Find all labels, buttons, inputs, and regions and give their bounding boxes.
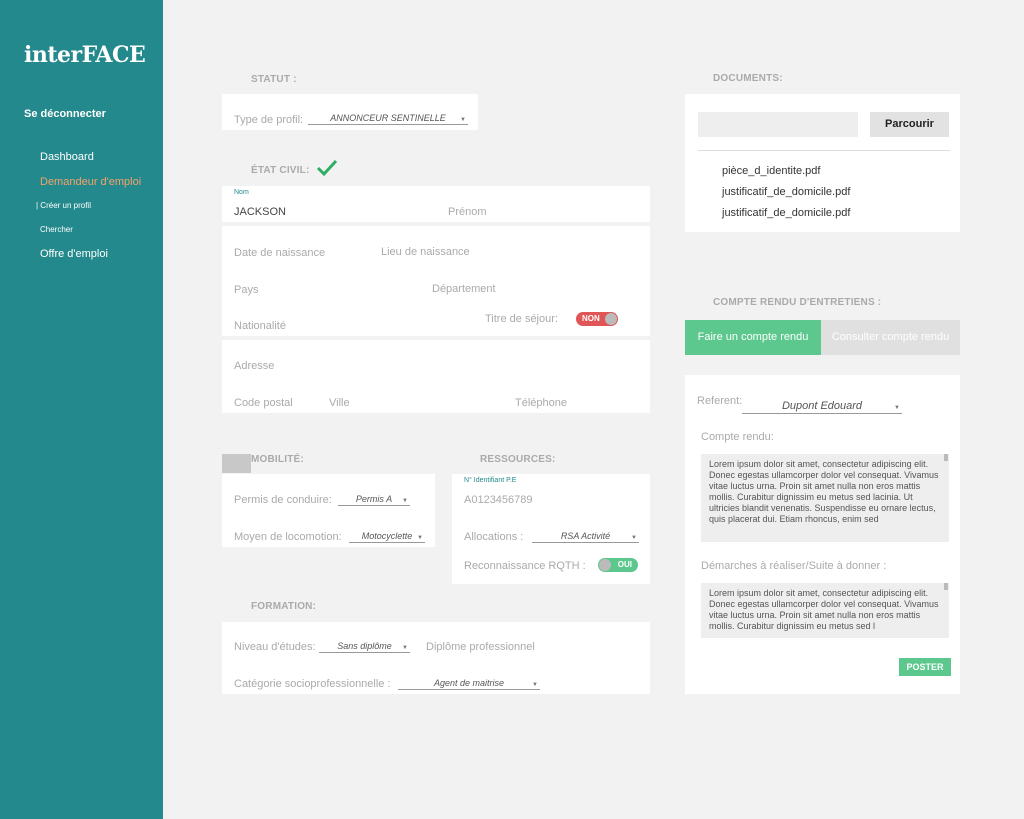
cr-text: Lorem ipsum dolor sit amet, consectetur …	[709, 459, 939, 524]
ville-field[interactable]: Ville	[329, 397, 350, 409]
nav-dashboard[interactable]: Dashboard	[40, 151, 94, 163]
titre-sejour-toggle[interactable]: NON	[576, 312, 618, 326]
departement-field[interactable]: Département	[432, 283, 496, 295]
toggle-knob	[599, 559, 611, 571]
etat-civil-title: ÉTAT CIVIL:	[251, 165, 310, 176]
toggle-text: NON	[582, 314, 600, 323]
caret-down-icon: ▼	[532, 682, 538, 688]
code-postal-field[interactable]: Code postal	[234, 397, 293, 409]
sidebar: interFACE Se déconnecter Dashboard Deman…	[0, 0, 163, 819]
nationalite-field[interactable]: Nationalité	[234, 320, 286, 332]
niveau-value: Sans diplôme	[337, 641, 392, 651]
caret-down-icon: ▼	[417, 535, 423, 541]
caret-down-icon: ▼	[402, 498, 408, 504]
caret-down-icon: ▼	[631, 535, 637, 541]
app-logo: interFACE	[24, 42, 146, 68]
referent-label: Referent:	[697, 395, 743, 407]
nav-offre-emploi[interactable]: Offre d'emploi	[40, 248, 108, 260]
nom-field[interactable]: JACKSON	[234, 206, 286, 218]
browse-button[interactable]: Parcourir	[870, 112, 949, 137]
permis-select[interactable]: Permis A ▼	[338, 493, 410, 506]
caret-down-icon: ▼	[402, 645, 408, 651]
type-profil-select[interactable]: ANNONCEUR SENTINELLE ▼	[308, 112, 468, 125]
scrollbar[interactable]	[944, 583, 948, 590]
identifiant-field[interactable]: A0123456789	[464, 494, 533, 506]
ressources-title: RESSOURCES:	[480, 454, 556, 465]
caret-down-icon: ▼	[460, 117, 466, 123]
prenom-field[interactable]: Prénom	[448, 206, 487, 218]
compte-rendu-title: COMPTE RENDU D'ENTRETIENS :	[713, 297, 882, 308]
demarches-label: Démarches à réaliser/Suite à donner :	[701, 560, 887, 572]
formation-title: FORMATION:	[251, 601, 317, 612]
locomotion-label: Moyen de locomotion:	[234, 531, 342, 543]
allocations-value: RSA Activité	[560, 531, 611, 541]
post-button[interactable]: POSTER	[899, 658, 951, 676]
demarches-textarea[interactable]: Lorem ipsum dolor sit amet, consectetur …	[701, 583, 949, 638]
check-icon	[316, 159, 338, 182]
telephone-field[interactable]: Téléphone	[515, 397, 567, 409]
allocations-select[interactable]: RSA Activité ▼	[532, 530, 639, 543]
niveau-label: Niveau d'études:	[234, 641, 316, 653]
locomotion-value: Motocyclette	[361, 531, 413, 541]
categorie-select[interactable]: Agent de maitrise ▼	[398, 677, 540, 690]
pays-field[interactable]: Pays	[234, 284, 258, 296]
adresse-field[interactable]: Adresse	[234, 360, 274, 372]
date-naissance-field[interactable]: Date de naissance	[234, 247, 325, 259]
permis-value: Permis A	[355, 494, 393, 504]
nom-card	[222, 186, 650, 222]
categorie-value: Agent de maitrise	[433, 678, 505, 688]
file-input[interactable]	[698, 112, 858, 137]
titre-sejour-label: Titre de séjour:	[485, 313, 558, 325]
scrollbar[interactable]	[944, 454, 948, 461]
diplome-field[interactable]: Diplôme professionnel	[426, 641, 535, 653]
nav-demandeur-emploi[interactable]: Demandeur d'emploi	[40, 176, 141, 188]
nom-label: Nom	[234, 189, 249, 196]
divider	[698, 150, 950, 151]
toggle-knob	[605, 313, 617, 325]
statut-title: STATUT :	[251, 74, 297, 85]
allocations-label: Allocations :	[464, 531, 524, 543]
categorie-label: Catégorie socioprofessionnelle :	[234, 678, 391, 690]
document-link[interactable]: justificatif_de_domicile.pdf	[722, 207, 850, 219]
logout-link[interactable]: Se déconnecter	[24, 108, 106, 120]
document-link[interactable]: justificatif_de_domicile.pdf	[722, 186, 850, 198]
type-profil-value: ANNONCEUR SENTINELLE	[330, 113, 446, 123]
caret-down-icon: ▼	[894, 405, 900, 411]
permis-label: Permis de conduire:	[234, 494, 332, 506]
cr-label: Compte rendu:	[701, 431, 774, 443]
nav-creer-profil[interactable]: | Créer un profil	[36, 201, 91, 210]
locomotion-select[interactable]: Motocyclette ▼	[349, 530, 425, 543]
nav-chercher[interactable]: Chercher	[40, 225, 73, 234]
identifiant-label: N° Identifiant P.E	[464, 477, 517, 484]
compte-rendu-textarea[interactable]: Lorem ipsum dolor sit amet, consectetur …	[701, 454, 949, 542]
mobilite-marker	[222, 454, 251, 473]
demarches-text: Lorem ipsum dolor sit amet, consectetur …	[709, 588, 939, 631]
documents-title: DOCUMENTS:	[713, 73, 783, 84]
referent-value: Dupont Edouard	[781, 400, 863, 412]
rqth-label: Reconnaissance RQTH :	[464, 560, 586, 572]
mobilite-title: MOBILITÉ:	[251, 454, 304, 465]
toggle-text: OUI	[617, 560, 632, 569]
type-profil-label: Type de profil:	[234, 114, 304, 126]
tab-consulter-compte-rendu[interactable]: Consulter compte rendu	[821, 320, 960, 355]
rqth-toggle[interactable]: OUI	[598, 558, 638, 572]
lieu-naissance-field[interactable]: Lieu de naissance	[381, 246, 470, 258]
niveau-select[interactable]: Sans diplôme ▼	[319, 640, 410, 653]
tab-faire-compte-rendu[interactable]: Faire un compte rendu	[685, 320, 821, 355]
referent-select[interactable]: Dupont Edouard ▼	[742, 400, 902, 414]
document-link[interactable]: pièce_d_identite.pdf	[722, 165, 820, 177]
